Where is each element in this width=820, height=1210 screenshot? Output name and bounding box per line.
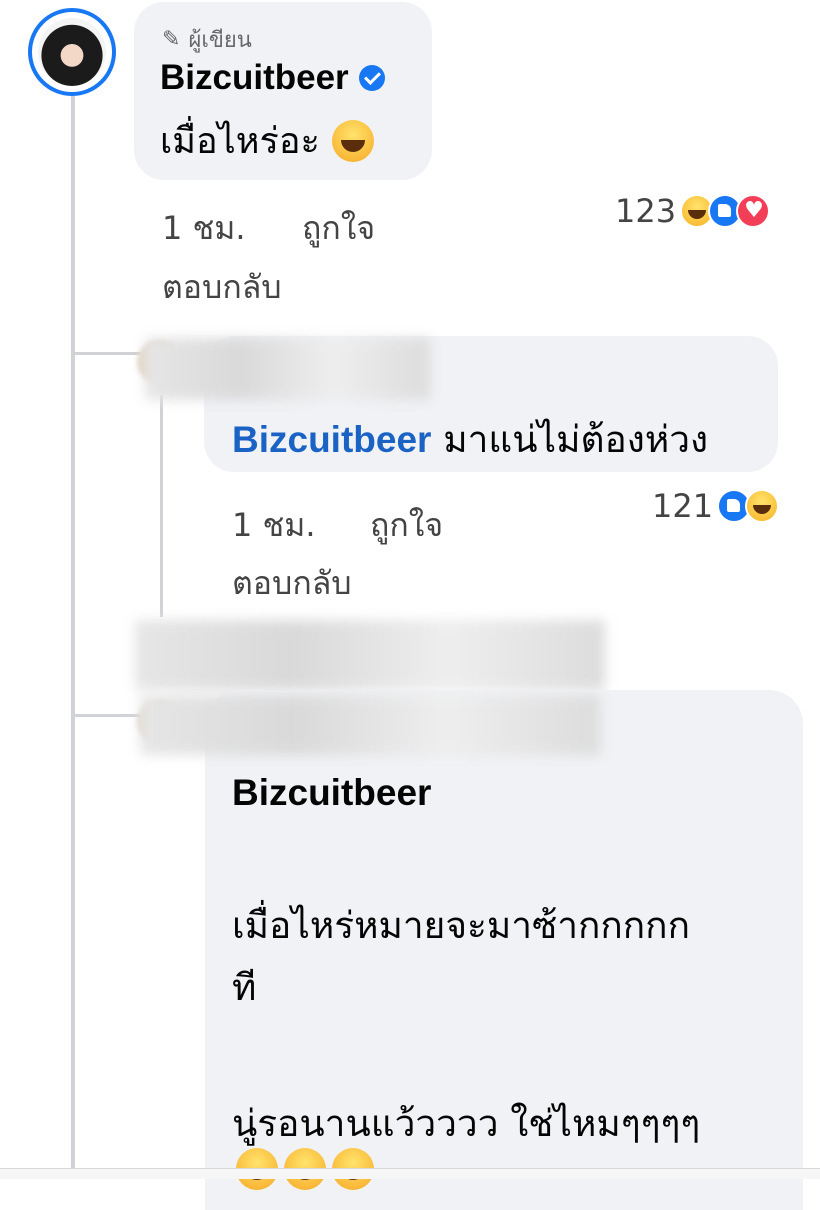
author-badge: ✎ ผู้เขียน [162,22,252,57]
reply1-reactions[interactable]: 121 [652,487,780,525]
thread-connector-reply1 [71,352,141,355]
reply1-text-content: มาแน่ไม่ต้องห่วง [443,418,709,461]
thread-connector-reply2 [71,714,141,717]
thread-line-main [71,96,75,1179]
reply2-blurred-text-top [135,620,605,690]
comment-author-name[interactable]: Bizcuitbeer [160,58,385,98]
comment-text-content: เมื่อไหร่อะ [160,121,320,162]
comment-reply-button[interactable]: ตอบกลับ [162,262,282,313]
bottom-divider [0,1168,820,1179]
reply1-reply-button[interactable]: ตอบกลับ [232,558,352,609]
author-avatar[interactable] [28,8,116,96]
thread-line-reply1 [160,395,163,617]
haha-reaction-icon [745,489,780,523]
reply2-line2: ที [232,966,257,1009]
comment-text: เมื่อไหร่อะ [160,112,374,169]
comment-reaction-count: 123 [615,192,677,230]
comment-reactions[interactable]: 123 [615,192,771,230]
pencil-icon: ✎ [162,27,181,52]
reply2-line3: นู่รอนานแว้วววว ใช่ไหมๆๆๆๆ [232,1102,701,1145]
reply1-text: Bizcuitbeer มาแน่ไม่ต้องห่วง [232,410,708,469]
comment-time[interactable]: 1 ชม. [162,203,246,254]
author-badge-label: ผู้เขียน [188,28,252,53]
comment-like-button[interactable]: ถูกใจ [302,203,375,254]
comment-author-link[interactable]: Bizcuitbeer [160,58,349,98]
reply2-line1: เมื่อไหร่หมายจะมาซ้ากกกกก [232,904,690,947]
reply1-time[interactable]: 1 ชม. [232,500,316,551]
reply1-like-button[interactable]: ถูกใจ [370,500,443,551]
reply2-mention[interactable]: Bizcuitbeer [232,772,431,814]
reply1-mention[interactable]: Bizcuitbeer [232,419,431,460]
love-reaction-icon [736,194,771,228]
reply2-blurred-name [140,695,600,755]
reply1-reaction-count: 121 [652,487,714,525]
verified-badge-icon [358,65,385,91]
laughing-tears-emoji-icon [331,119,374,162]
reply1-blurred-name [145,338,430,400]
